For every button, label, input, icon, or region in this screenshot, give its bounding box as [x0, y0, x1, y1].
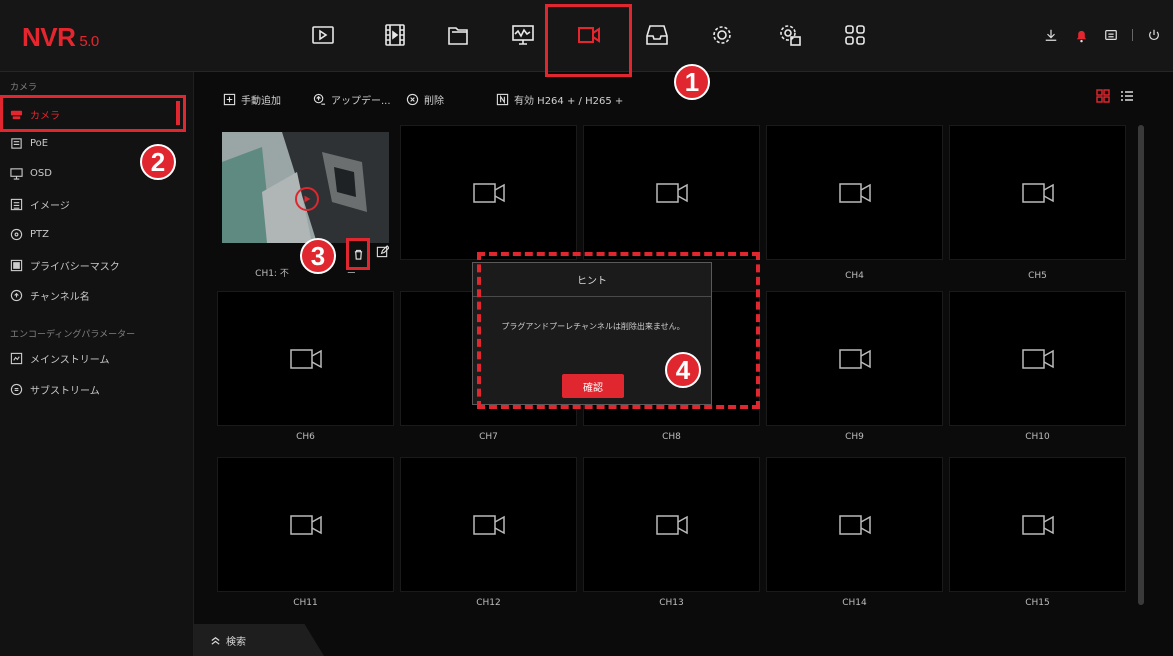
camera-cell-ch10[interactable] — [949, 291, 1126, 426]
folder-icon[interactable] — [441, 18, 475, 52]
sidebar-section-encoding: エンコーディングパラメーター — [10, 330, 136, 340]
privacy-mask-icon — [10, 259, 23, 271]
delete-button[interactable]: 削除 — [406, 92, 444, 107]
step-badge-2: 2 — [140, 144, 176, 180]
mainstream-icon — [10, 352, 23, 364]
toolbar: 手動追加 アップデー... 削除 有効 H264 + / H265 + — [194, 72, 1173, 122]
camera-cell-ch15[interactable] — [949, 457, 1126, 592]
camera-cell-ch9[interactable] — [766, 291, 943, 426]
sidebar-item-osd[interactable]: OSD — [10, 163, 52, 183]
add-icon — [223, 93, 236, 106]
search-button[interactable]: 検索 — [194, 624, 324, 656]
video-clip-icon[interactable] — [378, 18, 412, 52]
camera-cell-ch14[interactable] — [766, 457, 943, 592]
edit-icon[interactable] — [376, 243, 390, 258]
sidebar-item-channel-name[interactable]: チャンネル名 — [10, 285, 90, 305]
trash-icon — [354, 249, 362, 260]
sidebar-item-image[interactable]: イメージ — [10, 194, 70, 214]
camera-cell-ch12[interactable] — [400, 457, 577, 592]
camera-cell-ch2[interactable] — [400, 125, 577, 260]
system-settings-icon[interactable] — [773, 18, 807, 52]
playback-icon[interactable] — [306, 18, 340, 52]
channel-label-ch14: CH14 — [842, 598, 867, 608]
channel-label-ch7: CH7 — [479, 432, 498, 442]
image-icon — [10, 198, 23, 210]
channel-label-ch11: CH11 — [293, 598, 318, 608]
nav-highlight-box — [545, 4, 632, 77]
add-manual-button[interactable]: 手動追加 — [223, 92, 281, 107]
camera-preview-ch1[interactable] — [222, 132, 389, 243]
camera-placeholder-icon — [289, 348, 322, 369]
channel-label-ch12: CH12 — [476, 598, 501, 608]
camera-placeholder-icon — [1021, 514, 1054, 535]
upgrade-icon — [313, 93, 326, 105]
camera-cell-ch6[interactable] — [217, 291, 394, 426]
scrollbar-thumb[interactable] — [1138, 125, 1144, 605]
substream-icon — [10, 383, 23, 395]
chevron-up-icon — [211, 636, 220, 645]
monitor-icon[interactable] — [506, 18, 540, 52]
grid-view-icon[interactable] — [1096, 88, 1110, 103]
camera-placeholder-icon — [655, 182, 688, 203]
divider — [1132, 29, 1133, 41]
sidebar-highlight-box — [0, 95, 186, 132]
channel-label-ch4: CH4 — [845, 271, 864, 281]
sidebar-item-ptz[interactable]: PTZ — [10, 224, 49, 244]
ptz-icon — [10, 228, 23, 240]
list-view-icon[interactable] — [1120, 88, 1134, 102]
camera-placeholder-icon — [472, 182, 505, 203]
camera-placeholder-icon — [838, 514, 871, 535]
camera-placeholder-icon — [655, 514, 688, 535]
logo: NVR 5.0 — [22, 22, 99, 52]
step-badge-3: 3 — [300, 238, 336, 274]
channel-label-ch9: CH9 — [845, 432, 864, 442]
sidebar-item-mainstream[interactable]: メインストリーム — [10, 348, 110, 368]
channel-label-ch8: CH8 — [662, 432, 681, 442]
download-icon[interactable] — [1042, 26, 1060, 44]
play-icon[interactable] — [295, 187, 319, 211]
osd-icon — [10, 167, 23, 180]
top-right-tools — [1042, 26, 1163, 44]
codec-toggle[interactable]: 有効 H264 + / H265 + — [496, 92, 623, 107]
upgrade-button[interactable]: アップデー... — [313, 92, 391, 107]
channel-label-ch6: CH6 — [296, 432, 315, 442]
step-badge-4: 4 — [665, 352, 701, 388]
camera-placeholder-icon — [1021, 348, 1054, 369]
power-icon[interactable] — [1145, 26, 1163, 44]
camera-cell-ch4[interactable] — [766, 125, 943, 260]
alarm-bell-icon[interactable] — [1072, 26, 1090, 44]
apps-grid-icon[interactable] — [838, 18, 872, 52]
sidebar-item-poe[interactable]: PoE — [10, 133, 48, 153]
settings-icon[interactable] — [705, 18, 739, 52]
sidebar-item-privacy-mask[interactable]: プライバシーマスク — [10, 255, 120, 275]
camera-cell-ch5[interactable] — [949, 125, 1126, 260]
channel-name-icon — [10, 289, 23, 301]
delete-icon — [406, 93, 419, 106]
storage-icon[interactable] — [640, 18, 674, 52]
camera-cell-ch11[interactable] — [217, 457, 394, 592]
camera-placeholder-icon — [838, 348, 871, 369]
camera-placeholder-icon — [838, 182, 871, 203]
channel-label-ch13: CH13 — [659, 598, 684, 608]
sidebar-active-indicator — [176, 101, 180, 125]
scrollbar[interactable] — [1138, 125, 1144, 605]
dialog-highlight-box — [477, 252, 760, 409]
codec-icon — [496, 93, 509, 106]
camera-placeholder-icon — [472, 514, 505, 535]
camera-placeholder-icon — [1021, 182, 1054, 203]
sidebar-section-camera: カメラ — [10, 83, 38, 93]
log-icon[interactable] — [1102, 26, 1120, 44]
channel-label-ch10: CH10 — [1025, 432, 1050, 442]
poe-icon — [11, 137, 22, 149]
camera-cell-ch3[interactable] — [583, 125, 760, 260]
camera-placeholder-icon — [289, 514, 322, 535]
channel-label-ch5: CH5 — [1028, 271, 1047, 281]
camera-cell-ch13[interactable] — [583, 457, 760, 592]
channel-label-ch15: CH15 — [1025, 598, 1050, 608]
sidebar-item-substream[interactable]: サブストリーム — [10, 379, 100, 399]
